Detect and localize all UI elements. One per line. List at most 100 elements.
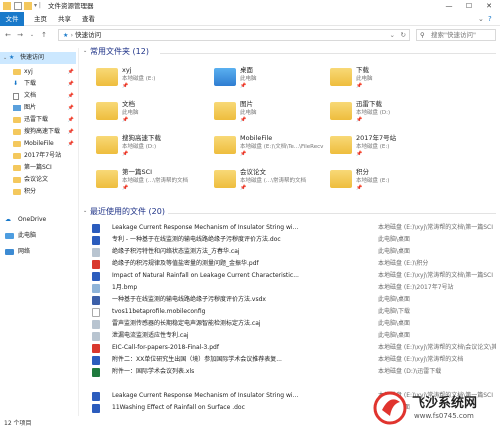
sidebar-item-network[interactable]: 网络 — [0, 246, 76, 258]
folder-tile-conference[interactable]: 会议论文 本地磁盘 (...\常涛帮的文档 📌 — [214, 168, 334, 202]
folder-icon — [330, 136, 352, 154]
address-path: 快速访问 — [75, 31, 102, 39]
maximize-button[interactable]: ☐ — [460, 0, 478, 12]
pin-icon: 📌 — [67, 129, 74, 135]
sidebar-item-sci[interactable]: 第一篇SCI — [0, 162, 76, 174]
picture-folder-icon — [214, 102, 236, 120]
navigation-pane: ⌄ ★ 快速访问 xyj 📌 ⬇ 下载 📌 文档 📌 图片 📌 迅雷下载 📌 搜… — [0, 48, 76, 416]
sidebar-item-onedrive[interactable]: ☁ OneDrive — [0, 214, 76, 226]
tab-share[interactable]: 共享 — [54, 12, 75, 26]
sidebar-item-pictures[interactable]: 图片 📌 — [0, 102, 76, 114]
address-field[interactable]: ★ › 快速访问 ⌄ ↻ — [58, 29, 410, 41]
recent-file-row[interactable]: 绝缘子积污特性和闪络状态监测方法_方春华.caj 此电脑\桌面 — [92, 246, 496, 258]
recent-locations-button[interactable]: ⌄ — [27, 29, 37, 41]
folder-tile-xyj[interactable]: xyj 本地磁盘 (E:) 📌 — [96, 66, 216, 100]
pin-icon: 📌 — [122, 185, 129, 191]
pin-icon: 📌 — [122, 151, 129, 157]
sidebar-item-2017[interactable]: 2017年7号站 — [0, 150, 76, 162]
recent-file-row[interactable]: Impact of Natural Rainfall on Leakage Cu… — [92, 270, 496, 282]
recent-file-row[interactable]: 绝缘子的积污规律及等值盐密量的测量问题_金振华.pdf 本地磁盘 (E:)\积分 — [92, 258, 496, 270]
sidebar-item-mobilefile[interactable]: MobileFile 📌 — [0, 138, 76, 150]
up-button[interactable]: ↑ — [39, 29, 49, 41]
document-folder-icon — [96, 102, 118, 120]
minimize-button[interactable]: — — [440, 0, 458, 12]
folder-tile-documents[interactable]: 文档 此电脑 📌 — [96, 100, 216, 134]
folder-tile-sci[interactable]: 第一篇SCI 本地磁盘 (...\常涛帮的文档 📌 — [96, 168, 216, 202]
recent-file-row[interactable]: 1月.bmp 本地磁盘 (E:)\2017年7号站 — [92, 282, 496, 294]
collapse-frequent-icon[interactable]: ⌄ — [83, 48, 87, 54]
sidebar-item-downloads[interactable]: ⬇ 下载 📌 — [0, 78, 76, 90]
word-file-icon — [92, 236, 100, 245]
address-bar-row: ← → ⌄ ↑ ★ › 快速访问 ⌄ ↻ ⚲ 搜索"快速访问" — [0, 26, 500, 44]
pin-icon: 📌 — [67, 69, 74, 75]
computer-icon — [5, 233, 14, 239]
pin-icon: 📌 — [240, 117, 247, 123]
caj-file-icon — [92, 320, 100, 329]
pin-icon: 📌 — [67, 141, 74, 147]
recent-file-row[interactable]: Leakage Current Response Mechanism of In… — [92, 222, 496, 234]
close-button[interactable]: ✕ — [480, 0, 498, 12]
folder-tile-xunlei[interactable]: 迅雷下载 本地磁盘 (D:) 📌 — [330, 100, 450, 134]
recent-file-row[interactable]: EIC-Call-for-papers-2018-Final-3.pdf 本地磁盘… — [92, 342, 496, 354]
tab-view[interactable]: 查看 — [78, 12, 99, 26]
image-file-icon — [92, 284, 100, 293]
folder-tile-mobilefile[interactable]: MobileFile 本地磁盘 (E:)\文档\Te...\FileRecv 📌 — [214, 134, 334, 168]
pin-icon: 📌 — [67, 105, 74, 111]
watermark-logo: 飞沙系统网 www.fs0745.com — [372, 388, 498, 428]
recent-file-row[interactable]: 附件一：国际学术会议列表.xls 本地磁盘 (D:)\迅雷下载 — [92, 366, 496, 378]
tab-file[interactable]: 文件 — [0, 12, 24, 26]
download-folder-icon — [330, 68, 352, 86]
cloud-icon: ☁ — [5, 216, 11, 223]
pdf-file-icon — [92, 260, 100, 269]
recent-file-row[interactable]: 泄漏电流监测适应性专利.caj 此电脑\桌面 — [92, 330, 496, 342]
recent-file-row[interactable]: 一种基于在线监测的输电线路绝缘子污秽度评价方法.vsdx 此电脑\桌面 — [92, 294, 496, 306]
sidebar-item-xunlei[interactable]: 迅雷下载 📌 — [0, 114, 76, 126]
recent-file-row[interactable]: 专利 - 一种基于在线监测的输电线路绝缘子污秽度评价方法.doc 此电脑\桌面 — [92, 234, 496, 246]
pin-icon: 📌 — [356, 185, 363, 191]
forward-button[interactable]: → — [15, 29, 25, 41]
collapse-recent-icon[interactable]: ⌄ — [83, 208, 87, 214]
sidebar-item-documents[interactable]: 文档 📌 — [0, 90, 76, 102]
visio-file-icon — [92, 296, 100, 305]
sidebar-item-quick-access[interactable]: ⌄ ★ 快速访问 — [0, 52, 76, 64]
picture-icon — [13, 105, 21, 111]
new-folder-icon[interactable] — [24, 2, 32, 10]
download-icon: ⬇ — [13, 80, 19, 87]
folder-tile-sogou[interactable]: 搜狗高速下载 本地磁盘 (D:) 📌 — [96, 134, 216, 168]
recent-file-row[interactable]: tvos11betaprofile.mobileconfig 此电脑\下载 — [92, 306, 496, 318]
folder-icon — [330, 170, 352, 188]
folder-icon — [330, 102, 352, 120]
sidebar-item-points[interactable]: 积分 — [0, 186, 76, 198]
sidebar-item-sogou[interactable]: 搜狗高速下载 📌 — [0, 126, 76, 138]
window-title: 文件资源管理器 — [48, 2, 94, 10]
folder-tile-2017[interactable]: 2017年7号站 本地磁盘 (E:) 📌 — [330, 134, 450, 168]
watermark-text: 飞沙系统网 — [412, 396, 478, 411]
pin-icon: 📌 — [67, 81, 74, 87]
back-button[interactable]: ← — [3, 29, 13, 41]
properties-icon[interactable] — [14, 2, 22, 10]
folder-tile-desktop[interactable]: 桌面 此电脑 📌 — [214, 66, 334, 100]
recent-file-row[interactable]: 附件二：XX单位研究生出国（境）参加国际学术会议推荐表复... 本地磁盘 (E:)… — [92, 354, 496, 366]
refresh-icon[interactable]: ↻ — [401, 30, 406, 40]
sidebar-item-this-pc[interactable]: 此电脑 — [0, 230, 76, 242]
pane-divider[interactable] — [78, 48, 79, 416]
help-icon[interactable]: ? — [488, 12, 492, 26]
pin-icon: 📌 — [122, 117, 129, 123]
folder-tile-downloads[interactable]: 下载 此电脑 📌 — [330, 66, 450, 100]
folder-tile-pictures[interactable]: 图片 此电脑 📌 — [214, 100, 334, 134]
folder-icon — [13, 117, 21, 123]
desktop-icon — [214, 68, 236, 86]
folder-icon — [13, 177, 21, 183]
tab-home[interactable]: 主页 — [30, 12, 51, 26]
star-icon: ★ — [9, 54, 15, 61]
sidebar-item-xyj[interactable]: xyj 📌 — [0, 66, 76, 78]
quick-access-dropdown-icon[interactable]: ▾ | — [34, 0, 41, 12]
search-input[interactable]: ⚲ 搜索"快速访问" — [416, 29, 496, 41]
recent-file-row[interactable]: 雷声监测传感器的长期稳定电声源智能检测标定方法.caj 此电脑\桌面 — [92, 318, 496, 330]
pdf-file-icon — [92, 344, 100, 353]
sidebar-item-conference[interactable]: 会议论文 — [0, 174, 76, 186]
address-dropdown-icon[interactable]: ⌄ — [390, 30, 395, 40]
expand-ribbon-icon[interactable]: ⌄ — [478, 12, 484, 26]
folder-icon — [214, 170, 236, 188]
folder-tile-points[interactable]: 积分 本地磁盘 (E:) 📌 — [330, 168, 450, 202]
